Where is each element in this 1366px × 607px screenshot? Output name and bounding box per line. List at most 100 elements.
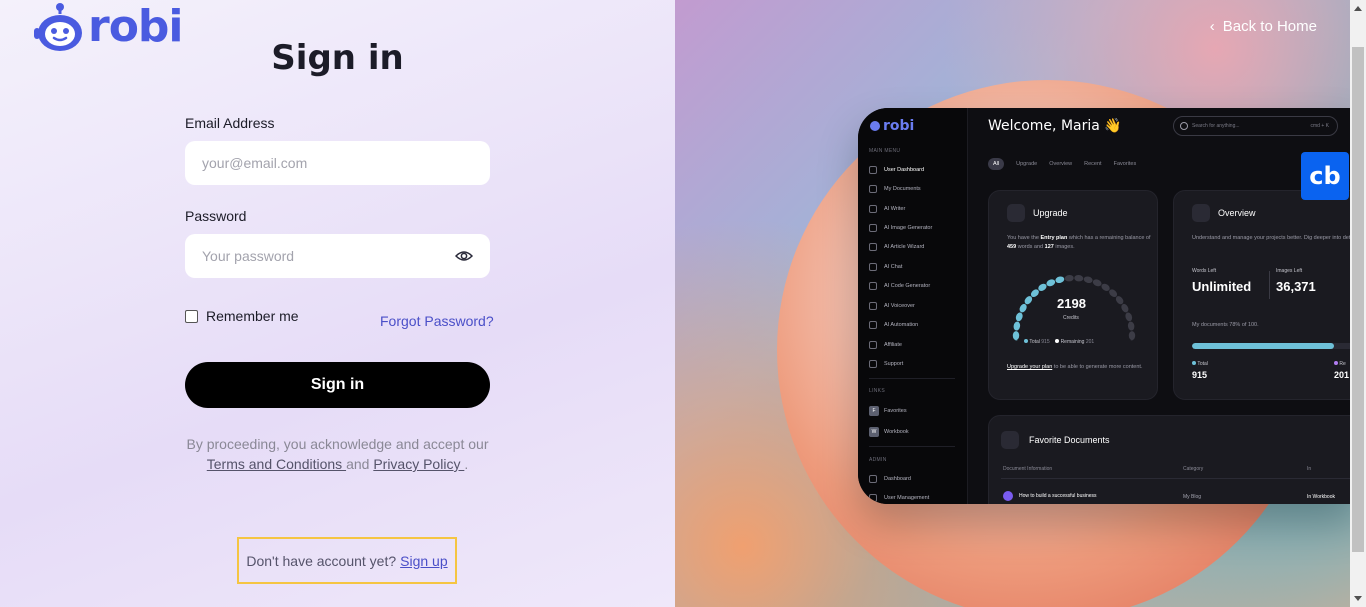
gauge-dot (1019, 303, 1027, 313)
preview-menu-label: AI Article Wizard (884, 244, 925, 250)
writer-icon (869, 205, 877, 213)
preview-menu-label: AI Code Generator (884, 283, 931, 289)
preview-tabs: All Upgrade Overview Recent Favorites (988, 158, 1136, 170)
preview-menu-label: AI Image Generator (884, 225, 933, 231)
automation-icon (869, 321, 877, 329)
password-field[interactable] (185, 234, 490, 278)
password-label: Password (185, 208, 247, 224)
total-dot (1192, 361, 1196, 365)
document-avatar-icon (1003, 491, 1013, 501)
legal-notice: By proceeding, you acknowledge and accep… (150, 434, 525, 474)
remember-me-checkbox[interactable] (185, 309, 198, 323)
email-field[interactable] (185, 141, 490, 185)
upgrade-text: which has a remaining balance of (1068, 235, 1151, 241)
favorites-row-in: In Workbook (1307, 494, 1335, 500)
users-icon (869, 494, 877, 502)
overview-title: Overview (1218, 208, 1256, 218)
upgrade-title: Upgrade (1033, 208, 1068, 218)
overview-icon (1192, 204, 1210, 222)
preview-tab: Overview (1049, 161, 1073, 167)
preview-divider (869, 378, 955, 379)
credits-value: 2198 (1057, 296, 1086, 311)
wizard-icon (869, 243, 877, 251)
preview-section-main: MAIN MENU (869, 148, 901, 154)
preview-favorites-card: Favorite Documents Document Information … (988, 415, 1350, 504)
scrollbar-thumb[interactable] (1352, 47, 1364, 552)
upgrade-description: You have the Entry plan which has a rema… (1007, 234, 1157, 252)
favorites-col-document: Document Information (1003, 466, 1053, 472)
preview-menu-item: AI Image Generator (869, 224, 932, 232)
favorites-icon (1001, 431, 1019, 449)
gauge-dot (1064, 274, 1074, 282)
gauge-dot (1083, 276, 1093, 284)
preview-admin-label: Dashboard (884, 476, 911, 482)
overview-total-text: Total (1197, 361, 1208, 367)
cb-badge: cb (1301, 152, 1349, 200)
privacy-link[interactable]: Privacy Policy (373, 456, 464, 472)
terms-link[interactable]: Terms and Conditions (207, 456, 346, 472)
preview-menu-label: AI Automation (884, 322, 919, 328)
page-scrollbar[interactable] (1350, 0, 1366, 607)
gauge-dot (1015, 312, 1023, 322)
preview-admin-label: User Management (884, 495, 930, 501)
preview-menu-item: AI Writer (869, 205, 905, 213)
remember-me-label: Remember me (206, 308, 299, 324)
words-left-label: Words Left (1192, 268, 1217, 274)
image-icon (869, 224, 877, 232)
signin-panel: robi Sign in Email Address Password Reme… (0, 0, 675, 607)
overview-description: Understand and manage your projects bett… (1192, 235, 1350, 241)
favorites-divider (1001, 478, 1350, 479)
preview-section-links: LINKS (869, 388, 885, 394)
preview-section-admin: ADMIN (869, 457, 887, 463)
upgrade-footer-text: to be able to generate more content. (1053, 364, 1143, 370)
preview-menu-item: Affiliate (869, 341, 902, 349)
documents-text: My documents 78% of 100. (1192, 322, 1259, 328)
gauge-dot (1046, 279, 1056, 287)
scroll-up-arrow-icon[interactable] (1354, 6, 1362, 11)
overview-total-label: Total (1192, 361, 1208, 367)
sign-up-link[interactable]: Sign up (400, 553, 447, 569)
preview-divider (869, 446, 955, 447)
show-password-eye-icon[interactable] (454, 248, 474, 264)
preview-tab: Upgrade (1016, 161, 1038, 167)
remember-me[interactable]: Remember me (185, 308, 299, 324)
preview-menu-item: AI Chat (869, 263, 902, 271)
signup-prompt: Don't have account yet? Sign up (237, 537, 457, 584)
preview-welcome: Welcome, Maria 👋 (988, 118, 1122, 134)
preview-admin-item: User Management (869, 494, 929, 502)
preview-menu-item: AI Voiceover (869, 302, 915, 310)
back-to-home-link[interactable]: ‹ Back to Home (1210, 18, 1317, 35)
images-left-label: Images Left (1276, 268, 1303, 274)
preview-menu-label: Affiliate (884, 342, 902, 348)
remaining-dot (1055, 339, 1060, 343)
remaining-value: 201 (1085, 339, 1095, 345)
gauge-dot (1125, 312, 1133, 322)
words-left-value: Unlimited (1192, 279, 1252, 294)
documents-icon (869, 185, 877, 193)
back-to-home-label: Back to Home (1222, 18, 1317, 35)
preview-link-label: Workbook (884, 429, 909, 435)
preview-admin-item: Dashboard (869, 475, 911, 483)
gauge-dot (1121, 303, 1129, 313)
gauge-dot (1074, 274, 1084, 282)
preview-menu-item: User Dashboard (869, 166, 924, 174)
total-label: Total (1029, 339, 1040, 345)
forgot-password-link[interactable]: Forgot Password? (380, 313, 494, 329)
overview-re-value: 201 (1334, 370, 1350, 380)
preview-logo: robi (870, 118, 914, 134)
scroll-down-arrow-icon[interactable] (1354, 596, 1362, 601)
dashboard-icon (869, 166, 877, 174)
dashboard-preview: robi MAIN MENU User Dashboard My Documen… (858, 108, 1350, 504)
favorites-col-in: In (1307, 466, 1312, 472)
overview-re-label: Re (1334, 361, 1346, 367)
upgrade-footer: Upgrade your plan to be able to generate… (1007, 363, 1157, 372)
favorites-row-name: How to build a successful business (1019, 493, 1097, 499)
favorites-row-category: My Blog (1183, 494, 1202, 500)
preview-search-shortcut: cmd + K (1310, 123, 1329, 129)
preview-tab: Recent (1084, 161, 1102, 167)
gauge-dot (1012, 331, 1020, 341)
upgrade-icon (1007, 204, 1025, 222)
preview-tab: All (988, 158, 1005, 170)
page-title: Sign in (271, 38, 404, 78)
sign-in-button[interactable]: Sign in (185, 362, 490, 408)
